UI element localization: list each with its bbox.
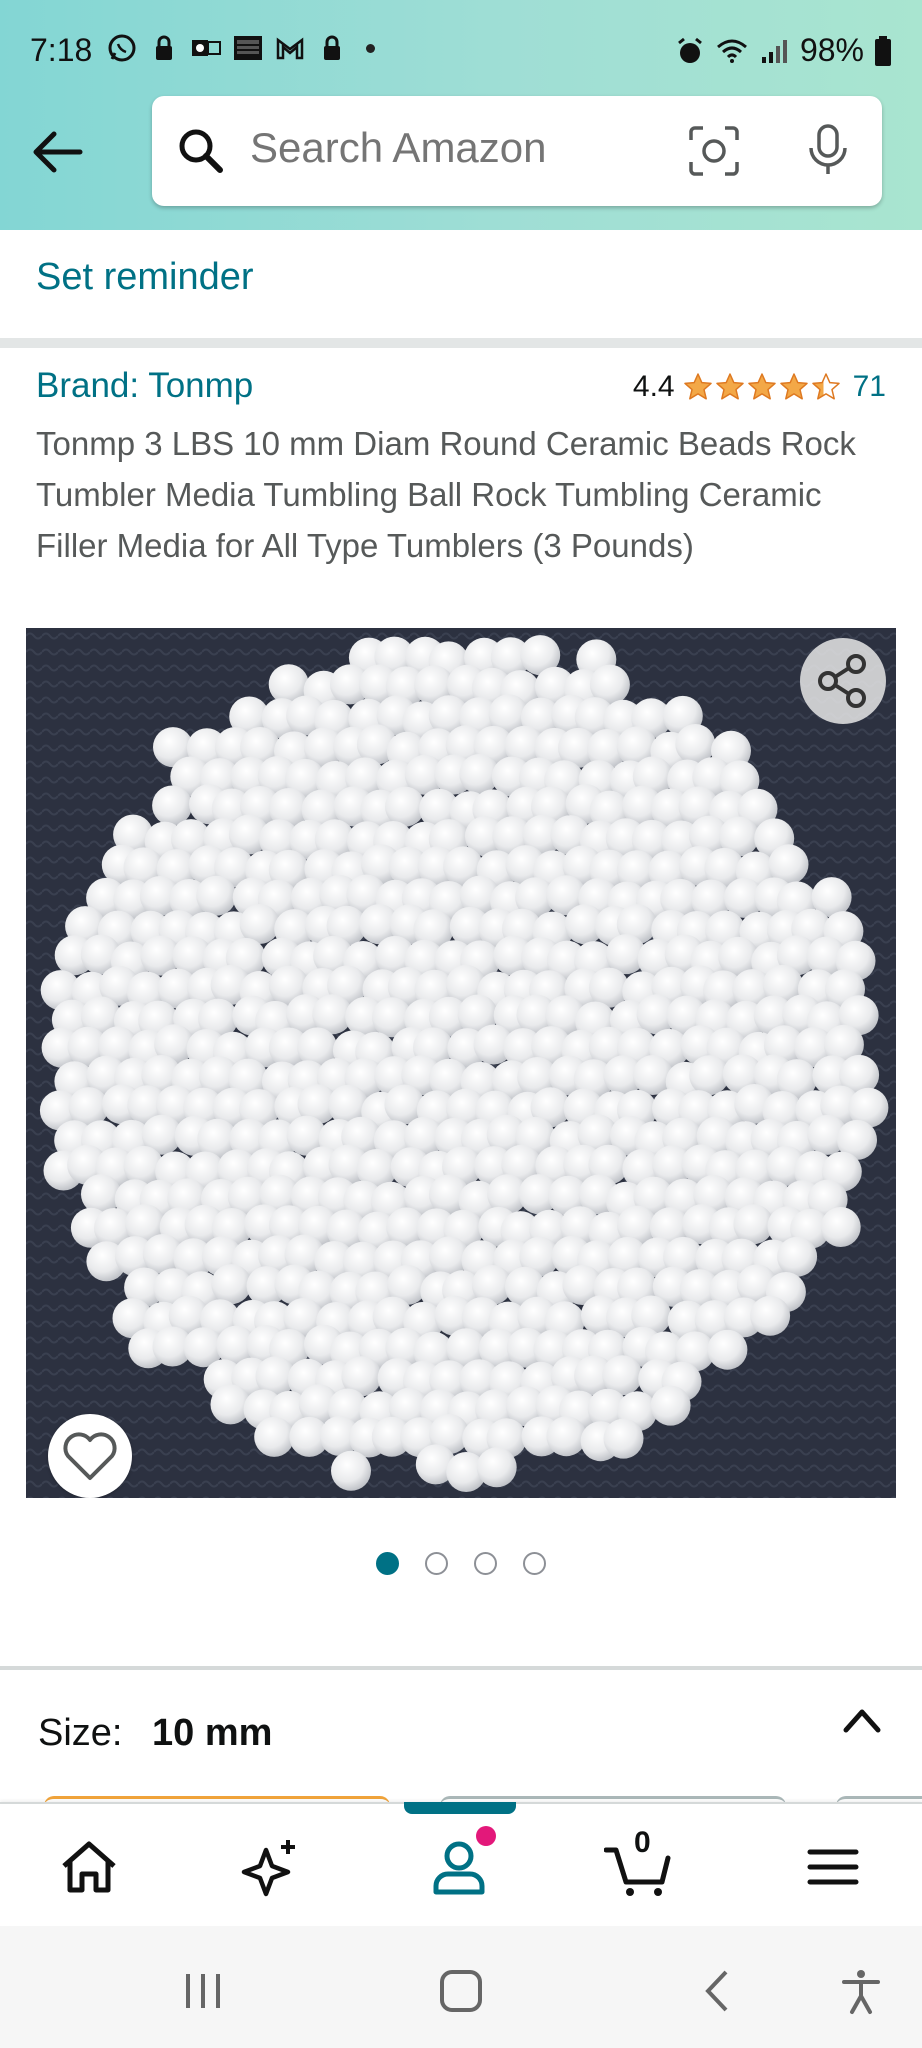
battery-icon xyxy=(875,35,891,66)
home-system-icon[interactable] xyxy=(436,1966,486,2016)
size-label: Size: xyxy=(38,1712,123,1754)
size-value: 10 mm xyxy=(152,1712,273,1754)
rating-count[interactable]: 71 xyxy=(853,370,886,404)
star-icon xyxy=(811,373,840,400)
header: 7:18 98% xyxy=(0,0,922,230)
share-button[interactable] xyxy=(800,638,886,724)
carousel-dot[interactable] xyxy=(474,1552,497,1575)
back-system-icon[interactable] xyxy=(694,1966,744,2016)
heart-icon xyxy=(63,1432,117,1480)
home-icon[interactable] xyxy=(54,1832,124,1902)
search-input[interactable] xyxy=(250,124,670,172)
ceramic-beads-photo xyxy=(26,628,896,1498)
star-icon xyxy=(715,373,744,400)
system-navigation-bar xyxy=(0,1926,922,2048)
add-to-wishlist-button[interactable] xyxy=(48,1414,132,1498)
whatsapp-icon xyxy=(108,34,136,62)
camera-search-icon[interactable] xyxy=(687,124,741,178)
microphone-icon[interactable] xyxy=(802,122,854,178)
share-icon xyxy=(818,654,866,708)
star-icon xyxy=(683,373,712,400)
status-bar: 7:18 98% xyxy=(0,0,922,100)
back-arrow-icon[interactable] xyxy=(30,128,86,176)
lock-icon-2 xyxy=(324,35,340,60)
more-notifications-dot xyxy=(366,43,375,53)
cart-count: 0 xyxy=(634,1826,651,1859)
bottom-nav: 0 xyxy=(0,1802,922,1926)
brand-link[interactable]: Brand: Tonmp xyxy=(36,366,253,406)
cart-tab[interactable]: 0 xyxy=(603,1826,674,1902)
active-tab-indicator xyxy=(404,1802,516,1814)
account-tab[interactable] xyxy=(424,1826,496,1902)
notification-badge xyxy=(476,1826,496,1846)
carousel-dot[interactable] xyxy=(376,1552,399,1575)
alarm-icon xyxy=(678,37,702,63)
signal-icon xyxy=(761,39,787,63)
section-divider xyxy=(0,338,922,348)
star-icon xyxy=(747,373,776,400)
size-selector-header[interactable]: Size: 10 mm xyxy=(0,1670,922,1800)
ai-sparkle-icon[interactable] xyxy=(236,1832,306,1902)
search-icon xyxy=(179,129,223,173)
notification-icons xyxy=(106,32,375,64)
accessibility-icon[interactable] xyxy=(836,1966,886,2016)
outlook-icon xyxy=(192,40,221,56)
product-image[interactable] xyxy=(26,628,896,1498)
star-icon xyxy=(779,373,808,400)
star-rating xyxy=(683,372,841,402)
weather-channel-icon xyxy=(234,36,262,60)
product-title: Tonmp 3 LBS 10 mm Diam Round Ceramic Bea… xyxy=(36,425,856,564)
lock-icon xyxy=(156,35,172,60)
reminder-bar: Set reminder xyxy=(0,230,922,338)
system-status: 98% xyxy=(674,32,892,69)
carousel-dot[interactable] xyxy=(523,1552,546,1575)
set-reminder-link[interactable]: Set reminder xyxy=(36,256,254,299)
chevron-up-icon[interactable] xyxy=(838,1700,886,1740)
wifi-icon xyxy=(716,39,747,63)
status-time: 7:18 xyxy=(30,32,93,68)
gmail-icon xyxy=(276,37,304,60)
carousel-dot[interactable] xyxy=(425,1552,448,1575)
search-bar[interactable] xyxy=(152,96,882,206)
page: 7:18 98% Search Amazon Set reminder Bran… xyxy=(0,0,922,2048)
recent-apps-icon[interactable] xyxy=(178,1966,228,2016)
menu-icon[interactable] xyxy=(798,1832,868,1902)
image-carousel-dots[interactable] xyxy=(0,1552,922,1575)
rating-summary[interactable]: 4.4 71 xyxy=(633,370,886,404)
battery-percent: 98% xyxy=(799,32,864,68)
rating-value: 4.4 xyxy=(632,370,675,403)
